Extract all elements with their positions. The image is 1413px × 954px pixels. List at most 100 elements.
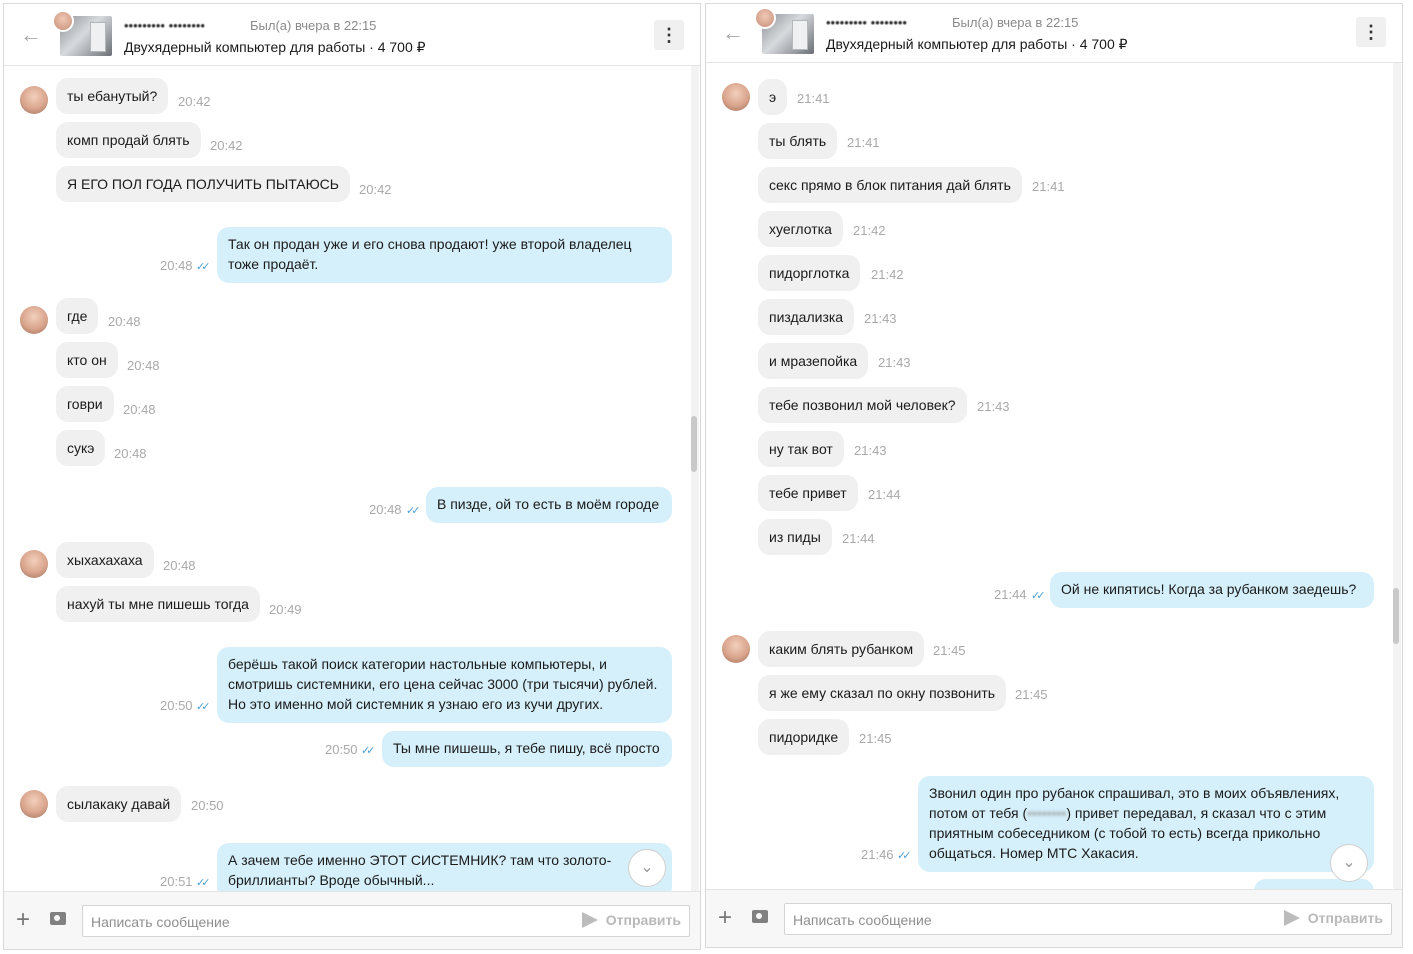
back-arrow-icon[interactable]: ←: [20, 24, 44, 46]
message-incoming: э: [758, 79, 788, 115]
user-avatar[interactable]: [52, 10, 74, 32]
message-incoming: я же ему сказал по окну позвонить: [758, 675, 1007, 711]
sender-avatar[interactable]: [20, 550, 48, 578]
message-input[interactable]: [91, 912, 551, 932]
double-check-icon: ✓✓: [196, 701, 211, 713]
message-incoming: говри: [56, 386, 114, 422]
message-time: 21:45: [933, 643, 966, 658]
message-time: 21:41: [797, 91, 830, 106]
user-status: Был(а) вчера в 22:15: [250, 18, 377, 33]
message-incoming: где: [56, 298, 99, 334]
camera-icon[interactable]: [50, 912, 66, 925]
message-incoming: и мразепойка: [758, 343, 869, 379]
message-incoming: Я ЕГО ПОЛ ГОДА ПОЛУЧИТЬ ПЫТАЮСЬ: [56, 166, 350, 202]
message-time: 20:51: [160, 874, 193, 889]
scrollbar[interactable]: [691, 66, 699, 891]
sender-avatar[interactable]: [20, 790, 48, 818]
message-time: 20:48: [160, 258, 193, 273]
kebab-menu-icon[interactable]: ⋮: [654, 20, 684, 50]
message-time: 21:43: [977, 399, 1010, 414]
message-time: 21:45: [1015, 687, 1048, 702]
message-incoming: каким блять рубанком: [758, 631, 925, 667]
send-icon: [581, 912, 598, 928]
message-input[interactable]: [793, 910, 1253, 930]
user-name[interactable]: ••••••••• ••••••••: [124, 18, 205, 33]
composer: + Отправить: [706, 889, 1402, 947]
message-input-box[interactable]: Отправить: [784, 903, 1392, 935]
message-time: 21:41: [1032, 179, 1065, 194]
send-button[interactable]: Отправить: [1283, 910, 1383, 930]
message-input-box[interactable]: Отправить: [82, 905, 690, 937]
chevron-down-icon[interactable]: ⌄: [1330, 844, 1368, 882]
kebab-menu-icon[interactable]: ⋮: [1356, 17, 1386, 47]
message-time: 20:48: [127, 358, 160, 373]
message-outgoing: Ты мне пишешь, я тебе пишу, всё просто: [382, 731, 672, 767]
ad-title[interactable]: Двухядерный компьютер для работы · 4 700…: [124, 39, 426, 56]
scrollbar-thumb[interactable]: [691, 416, 697, 472]
message-outgoing: Ой не кипятись! Когда за рубанком заедеш…: [1050, 572, 1374, 608]
message-time: 21:43: [864, 311, 897, 326]
message-time: 21:44: [994, 587, 1027, 602]
message-outgoing: берёшь такой поиск категории настольные …: [217, 647, 672, 723]
user-status: Был(а) вчера в 22:15: [952, 15, 1079, 30]
chat-header: ← ••••••••• •••••••• Был(а) вчера в 22:1…: [4, 4, 700, 66]
message-time: 21:44: [868, 487, 901, 502]
message-incoming: комп продай блять: [56, 122, 201, 158]
message-incoming: кто он: [56, 342, 118, 378]
scrollbar-thumb[interactable]: [1393, 588, 1399, 644]
user-name[interactable]: ••••••••• ••••••••: [826, 15, 907, 30]
sender-avatar[interactable]: [20, 306, 48, 334]
message-time: 20:42: [178, 94, 211, 109]
message-incoming: тебе привет: [758, 475, 858, 511]
double-check-icon: ✓✓: [196, 877, 211, 889]
double-check-icon: ✓✓: [361, 745, 376, 757]
message-time: 21:42: [871, 267, 904, 282]
message-time: 20:50: [191, 798, 224, 813]
message-incoming: секс прямо в блок питания дай блять: [758, 167, 1022, 203]
send-icon: [1283, 910, 1300, 926]
message-outgoing: В пизде, ой то есть в моём городе: [426, 487, 672, 523]
sender-avatar[interactable]: [722, 83, 750, 111]
message-time: 21:45: [859, 731, 892, 746]
message-time: 20:48: [108, 314, 141, 329]
message-time: 20:50: [325, 742, 358, 757]
back-arrow-icon[interactable]: ←: [722, 22, 746, 44]
message-incoming: сылакаку давай: [56, 786, 182, 822]
sender-avatar[interactable]: [722, 635, 750, 663]
chevron-down-icon[interactable]: ⌄: [628, 849, 666, 887]
message-outgoing: Так он продан уже и его снова продают! у…: [217, 227, 672, 283]
double-check-icon: ✓✓: [406, 505, 421, 517]
message-incoming: ты ебанутый?: [56, 78, 169, 114]
camera-icon[interactable]: [752, 910, 768, 923]
sender-avatar[interactable]: [20, 86, 48, 114]
message-time: 20:48: [369, 502, 402, 517]
scrollbar[interactable]: [1393, 63, 1401, 889]
message-incoming: сукэ: [56, 430, 106, 466]
message-time: 21:43: [878, 355, 911, 370]
plus-icon[interactable]: +: [718, 906, 732, 930]
send-button[interactable]: Отправить: [581, 912, 681, 932]
message-time: 20:50: [160, 698, 193, 713]
message-time: 20:48: [163, 558, 196, 573]
message-incoming: пидорглотка: [758, 255, 861, 291]
message-time: 20:48: [114, 446, 147, 461]
ad-title[interactable]: Двухядерный компьютер для работы · 4 700…: [826, 36, 1128, 53]
message-incoming: хуеглотка: [758, 211, 843, 247]
redacted-name: ••••••••: [1027, 805, 1067, 821]
message-incoming: ты блять: [758, 123, 838, 159]
message-incoming: из пиды: [758, 519, 832, 555]
message-time: 21:43: [854, 443, 887, 458]
message-time: 20:48: [123, 402, 156, 417]
message-time: 20:49: [269, 602, 302, 617]
plus-icon[interactable]: +: [16, 908, 30, 932]
double-check-icon: ✓✓: [196, 261, 211, 273]
message-time: 21:44: [842, 531, 875, 546]
message-incoming: пиздализка: [758, 299, 855, 335]
double-check-icon: ✓✓: [897, 850, 912, 862]
message-incoming: хыхахахаха: [56, 542, 154, 578]
chat-panel-right: ← ••••••••• •••••••• Был(а) вчера в 22:1…: [705, 3, 1403, 948]
double-check-icon: ✓✓: [1031, 590, 1046, 602]
message-time: 20:42: [359, 182, 392, 197]
message-incoming: нахуй ты мне пишешь тогда: [56, 586, 260, 622]
user-avatar[interactable]: [754, 7, 776, 29]
